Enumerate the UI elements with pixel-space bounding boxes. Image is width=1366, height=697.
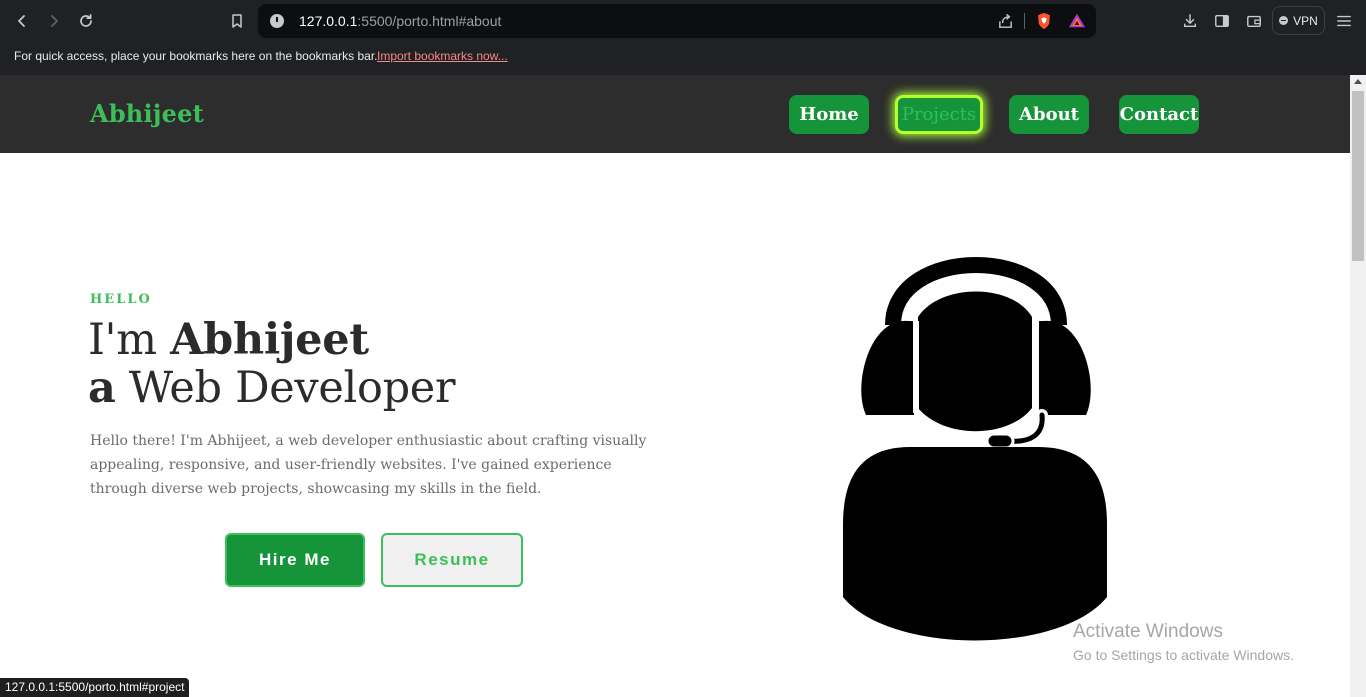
- menu-icon[interactable]: [1334, 11, 1354, 31]
- vpn-label: VPN: [1293, 13, 1318, 28]
- nav-about[interactable]: About: [1009, 95, 1089, 134]
- nav-contact[interactable]: Contact: [1119, 95, 1199, 134]
- hero-name: Abhijeet: [170, 315, 369, 365]
- brave-rewards-icon[interactable]: [1067, 11, 1087, 31]
- url-text[interactable]: 127.0.0.1:5500/porto.html#about: [299, 13, 501, 29]
- page-scrollbar[interactable]: [1350, 75, 1366, 697]
- url-path: :5500/porto.html#about: [357, 13, 502, 29]
- headset-avatar-icon: [843, 257, 1107, 641]
- url-host: 127.0.0.1: [299, 13, 358, 29]
- bookmarks-bar: For quick access, place your bookmarks h…: [0, 42, 1366, 75]
- scroll-up-icon[interactable]: [1354, 79, 1362, 84]
- browser-toolbar: 127.0.0.1:5500/porto.html#about VPN: [0, 0, 1366, 42]
- nav-projects[interactable]: Projects: [895, 95, 983, 134]
- hero-im: I'm: [88, 315, 171, 365]
- reload-icon[interactable]: [74, 9, 98, 33]
- site-navbar: Abhijeet Home Projects About Contact: [0, 75, 1350, 153]
- scroll-thumb[interactable]: [1352, 91, 1364, 261]
- nav-home[interactable]: Home: [789, 95, 869, 134]
- wallet-icon[interactable]: [1244, 11, 1264, 31]
- page-viewport: Abhijeet Home Projects About Contact HEL…: [0, 75, 1366, 697]
- hero-headline-line1: I'm Abhijeet: [88, 315, 369, 365]
- activate-windows-title: Activate Windows: [1073, 621, 1223, 642]
- back-icon[interactable]: [10, 9, 34, 33]
- hero-headline-line2: a Web Developer: [88, 363, 456, 413]
- resume-button[interactable]: Resume: [381, 533, 523, 587]
- activate-windows-subtitle: Go to Settings to activate Windows.: [1073, 647, 1294, 663]
- forward-icon[interactable]: [42, 9, 66, 33]
- share-icon[interactable]: [995, 11, 1015, 31]
- site-logo[interactable]: Abhijeet: [90, 99, 204, 128]
- address-divider: [1024, 13, 1025, 29]
- vpn-status-icon: [1279, 16, 1289, 25]
- bookmarks-message: For quick access, place your bookmarks h…: [14, 49, 378, 63]
- bookmark-icon[interactable]: [225, 9, 249, 33]
- hero-article: a: [88, 363, 116, 413]
- status-link-preview: 127.0.0.1:5500/porto.html#project: [0, 678, 190, 697]
- import-bookmarks-link[interactable]: Import bookmarks now...: [377, 49, 508, 63]
- hero-role: Web Developer: [115, 363, 456, 413]
- site-info-icon[interactable]: [270, 14, 284, 28]
- hire-me-button[interactable]: Hire Me: [225, 533, 365, 587]
- sidebar-icon[interactable]: [1212, 11, 1232, 31]
- brave-shields-icon[interactable]: [1034, 11, 1054, 31]
- hero-greeting: HELLO: [90, 292, 152, 307]
- hero-intro: Hello there! I'm Abhijeet, a web develop…: [90, 433, 647, 497]
- download-icon[interactable]: [1180, 11, 1200, 31]
- vpn-button[interactable]: VPN: [1272, 6, 1325, 35]
- address-bar[interactable]: 127.0.0.1:5500/porto.html#about: [258, 4, 1096, 38]
